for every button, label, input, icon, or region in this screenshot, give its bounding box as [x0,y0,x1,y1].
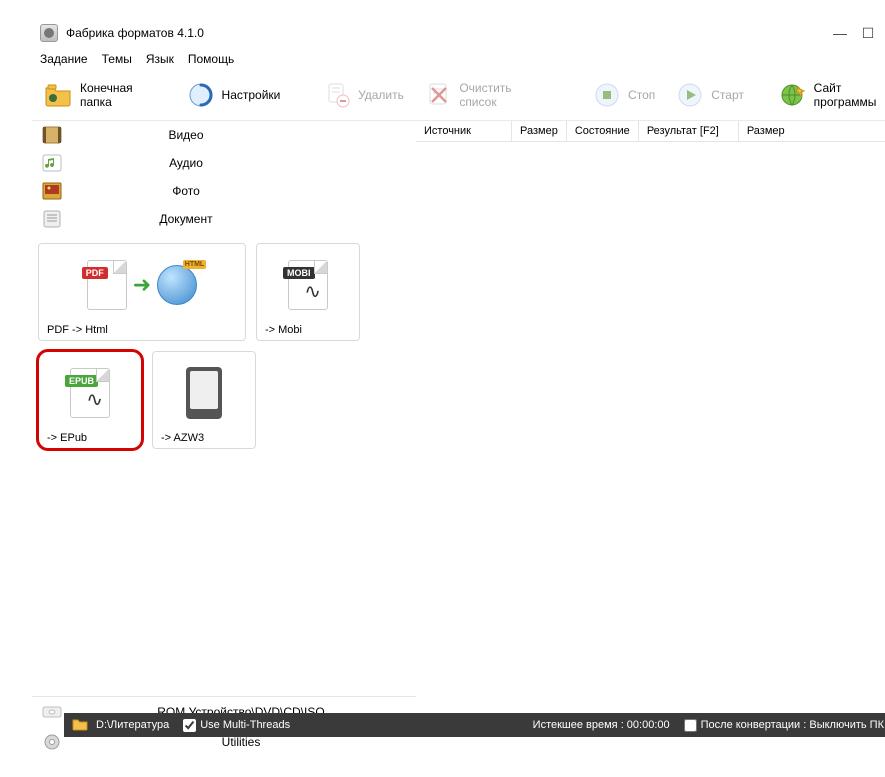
sidebar-item-photo[interactable]: Фото [32,177,416,205]
toolbar: Конечная папка Настройки Удалить Очистит… [32,74,885,121]
stop-button[interactable]: Стоп [584,78,663,112]
stop-icon [592,80,622,110]
sidebar-item-audio[interactable]: Аудио [32,149,416,177]
photo-icon [38,180,66,202]
table-header: Источник Размер Состояние Результат [F2]… [416,121,885,142]
sidebar-video-label: Видео [66,128,416,142]
after-conversion-label: После конвертации : Выключить ПК [701,719,884,731]
menu-help[interactable]: Помощь [188,52,234,66]
status-path: D:\Литература [96,719,169,731]
tile-epub-label: -> EPub [45,432,135,444]
badge-epub: EPUB [65,375,98,387]
tile-mobi-label: -> Mobi [263,324,353,336]
website-label: Сайт программы [814,81,885,109]
window-title: Фабрика форматов 4.1.0 [66,26,833,40]
output-folder-button[interactable]: Конечная папка [36,78,174,112]
tile-mobi[interactable]: MOBI ∿ -> Mobi [256,243,360,341]
tiles-area: PDF ➜ HTML PDF -> Html MOBI ∿ [32,233,416,459]
mobi-doc-icon: MOBI ∿ [288,260,328,310]
tile-azw3-label: -> AZW3 [159,432,249,444]
output-folder-label: Конечная папка [80,81,166,109]
multithreads-checkbox[interactable]: Use Multi-Threads [183,719,290,732]
folder-small-icon[interactable] [72,717,88,734]
col-size[interactable]: Размер [512,121,567,141]
sidebar-item-video[interactable]: Видео [32,121,416,149]
arrow-right-icon: ➜ [133,272,151,298]
menu-themes[interactable]: Темы [102,52,132,66]
after-conversion-checkbox[interactable]: После конвертации : Выключить ПК [684,719,884,732]
multithreads-label: Use Multi-Threads [200,719,290,731]
tile-azw3[interactable]: -> AZW3 [152,351,256,449]
app-icon [40,24,58,42]
sidebar-audio-label: Аудио [66,156,416,170]
menu-language[interactable]: Язык [146,52,174,66]
note-icon [38,152,66,174]
gear-icon [186,80,216,110]
delete-button[interactable]: Удалить [314,78,412,112]
settings-button[interactable]: Настройки [178,78,289,112]
menu-task[interactable]: Задание [40,52,88,66]
settings-label: Настройки [222,88,281,102]
folder-icon [44,80,74,110]
sidebar-photo-label: Фото [66,184,416,198]
sidebar-item-document[interactable]: Документ [32,205,416,233]
clear-label: Очистить список [459,81,550,109]
multithreads-input[interactable] [183,719,196,732]
table-body-empty [416,142,885,757]
menubar: Задание Темы Язык Помощь [32,48,885,74]
tile-epub[interactable]: EPUB ∿ -> EPub [38,351,142,449]
app-window: Фабрика форматов 4.1.0 — ☐ ✕ Задание Тем… [32,18,885,757]
delete-label: Удалить [358,88,404,102]
stop-label: Стоп [628,88,655,102]
minimize-button[interactable]: — [833,26,847,40]
col-state[interactable]: Состояние [567,121,639,141]
badge-pdf: PDF [82,267,108,279]
content-area: Источник Размер Состояние Результат [F2]… [416,121,885,757]
tile-pdf-to-html[interactable]: PDF ➜ HTML PDF -> Html [38,243,246,341]
sidebar-document-label: Документ [66,212,416,226]
clear-button[interactable]: Очистить список [416,78,558,112]
col-result[interactable]: Результат [F2] [639,121,739,141]
pdf-doc-icon: PDF [87,260,127,310]
clear-icon [424,80,453,110]
sidebar-utilities-label: Utilities [66,735,416,749]
badge-html: HTML [183,260,206,269]
titlebar: Фабрика форматов 4.1.0 — ☐ ✕ [32,18,885,48]
start-label: Старт [711,88,744,102]
col-source[interactable]: Источник [416,121,512,141]
tile-pdf-html-label: PDF -> Html [45,324,239,336]
html-globe-icon: HTML [157,265,197,305]
statusbar: D:\Литература Use Multi-Threads Истекшее… [64,713,885,737]
status-elapsed: Истекшее время : 00:00:00 [533,719,670,731]
sidebar: Видео Аудио Фото [32,121,416,757]
col-size2[interactable]: Размер [739,121,885,141]
after-conversion-input[interactable] [684,719,697,732]
epub-doc-icon: EPUB ∿ [70,368,110,418]
kindle-icon [186,367,222,419]
badge-mobi: MOBI [283,267,315,279]
film-icon [38,124,66,146]
maximize-button[interactable]: ☐ [861,26,875,40]
website-button[interactable]: Сайт программы [770,78,885,112]
start-button[interactable]: Старт [667,78,752,112]
document-icon [38,208,66,230]
delete-icon [322,80,352,110]
play-icon [675,80,705,110]
globe-icon [778,80,808,110]
